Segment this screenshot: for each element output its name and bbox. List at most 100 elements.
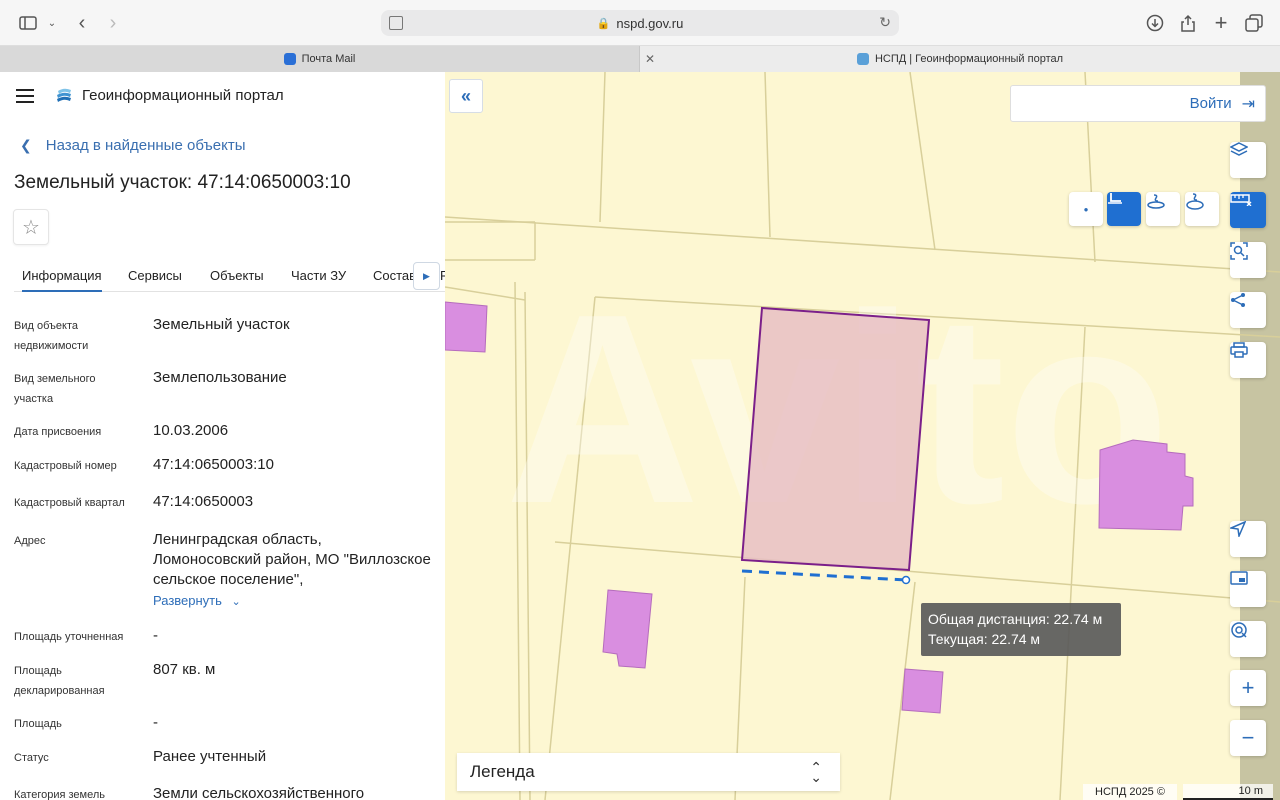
chevron-left-icon: ❮ bbox=[20, 137, 32, 153]
tab-parts[interactable]: Части ЗУ bbox=[291, 268, 346, 283]
legend-dropdown[interactable]: Легенда ⌃ ⌄ bbox=[457, 753, 840, 791]
property-value: 807 кв. м bbox=[153, 661, 216, 678]
cadastral-map: Avito bbox=[445, 72, 1280, 800]
reload-icon[interactable]: ↻ bbox=[879, 14, 891, 31]
property-label: Площадь bbox=[14, 718, 62, 730]
property-label: Статус bbox=[14, 752, 49, 764]
property-label: Категория земель bbox=[14, 789, 105, 800]
sidebar-toggle-icon[interactable] bbox=[16, 12, 40, 34]
measure-point[interactable] bbox=[901, 575, 911, 585]
zoom-in-button[interactable]: + bbox=[1230, 670, 1266, 706]
area-icon bbox=[1147, 194, 1165, 209]
info-tabs: Информация Сервисы Объекты Части ЗУ Сост… bbox=[14, 262, 445, 292]
double-chevron-left-icon: « bbox=[460, 85, 471, 106]
lock-icon: 🔒 bbox=[596, 17, 611, 30]
tab-mail[interactable]: Почта Mail bbox=[0, 46, 640, 72]
property-label: Кадастровый квартал bbox=[14, 497, 125, 509]
share-icon[interactable] bbox=[1176, 12, 1200, 34]
ruler-button[interactable] bbox=[1230, 192, 1266, 228]
print-button[interactable] bbox=[1230, 342, 1266, 378]
property-value: - bbox=[153, 627, 158, 644]
share-map-button[interactable] bbox=[1230, 292, 1266, 328]
zoom-out-button[interactable]: − bbox=[1230, 720, 1266, 756]
target-icon bbox=[1231, 622, 1247, 638]
tab-information[interactable]: Информация bbox=[22, 268, 102, 292]
property-value: 10.03.2006 bbox=[153, 422, 229, 439]
tab-objects[interactable]: Объекты bbox=[210, 268, 264, 283]
chevron-down-icon[interactable]: ⌄ bbox=[40, 12, 64, 34]
share-nodes-icon bbox=[1231, 293, 1245, 307]
property-value: Земли сельскохозяйственного bbox=[153, 785, 365, 800]
geolocation-button[interactable] bbox=[1230, 621, 1266, 657]
legend-label: Легенда bbox=[470, 762, 535, 781]
address-bar[interactable]: 🔒 nspd.gov.ru ↻ bbox=[381, 10, 899, 36]
property-value: 47:14:0650003:10 bbox=[153, 456, 274, 473]
measurement-tooltip: Общая дистанция: 22.74 м Текущая: 22.74 … bbox=[921, 603, 1121, 656]
property-value-address: Ленинградская область, Ломоносовский рай… bbox=[153, 531, 431, 588]
collapse-panel-button[interactable]: « bbox=[449, 79, 483, 113]
locate-button[interactable] bbox=[1230, 521, 1266, 557]
page-title: Земельный участок: 47:14:0650003:10 bbox=[14, 172, 351, 193]
current-distance-text: Текущая: 22.74 м bbox=[928, 631, 1041, 647]
property-label: Вид земельного участка bbox=[14, 373, 96, 405]
tab-overview-icon[interactable] bbox=[1242, 12, 1266, 34]
caret-right-icon: ▶ bbox=[423, 270, 430, 281]
new-tab-icon[interactable]: + bbox=[1209, 10, 1233, 35]
tabs-scroll-right-button[interactable]: ▶ bbox=[413, 262, 440, 290]
measure-line bbox=[741, 569, 907, 582]
measure-circle-area-button[interactable] bbox=[1185, 192, 1219, 226]
property-label: Площадь уточненная bbox=[14, 631, 124, 643]
favorite-button[interactable]: ☆ bbox=[13, 209, 49, 245]
back-icon[interactable]: ‹ bbox=[70, 12, 94, 34]
browser-tabs: Почта Mail НСПД | Геоинформационный порт… bbox=[0, 46, 1280, 72]
printer-icon bbox=[1230, 342, 1248, 358]
forward-icon[interactable]: › bbox=[101, 12, 125, 34]
login-label: Войти bbox=[1189, 95, 1232, 112]
browser-toolbar: ⌄ ‹ › 🔒 nspd.gov.ru ↻ + bbox=[0, 0, 1280, 46]
selected-parcel[interactable] bbox=[740, 306, 931, 572]
portal-logo-icon bbox=[57, 88, 71, 102]
expand-link[interactable]: Развернуть ⌄ bbox=[153, 593, 241, 608]
portal-title: Геоинформационный портал bbox=[82, 87, 284, 104]
download-icon[interactable] bbox=[1143, 12, 1167, 34]
dot-icon: ● bbox=[1083, 204, 1089, 214]
scale-bar: 10 m bbox=[1183, 784, 1273, 800]
layers-button[interactable] bbox=[1230, 142, 1266, 178]
measure-area-button[interactable] bbox=[1146, 192, 1180, 226]
map-view[interactable]: Avito « Войти ⇥ ● bbox=[445, 72, 1280, 800]
nspd-favicon-icon bbox=[856, 53, 869, 65]
star-icon: ☆ bbox=[22, 216, 40, 239]
tab-nspd[interactable]: НСПД | Геоинформационный портал bbox=[640, 46, 1280, 72]
info-panel: Геоинформационный портал ❮ Назад в найде… bbox=[0, 72, 445, 800]
layers-icon bbox=[1230, 142, 1248, 156]
property-label: Вид объекта недвижимости bbox=[14, 320, 89, 352]
ruler-icon bbox=[1230, 194, 1252, 206]
measure-point-button[interactable]: ● bbox=[1069, 192, 1103, 226]
total-distance-text: Общая дистанция: 22.74 м bbox=[928, 611, 1103, 627]
property-label: Площадь декларированная bbox=[14, 665, 105, 697]
measure-distance-button[interactable] bbox=[1107, 192, 1141, 226]
menu-icon[interactable] bbox=[16, 89, 34, 107]
property-value: - bbox=[153, 714, 158, 731]
minimap-icon bbox=[1230, 571, 1248, 585]
login-button[interactable]: Войти ⇥ bbox=[1010, 85, 1266, 122]
plus-icon: + bbox=[1241, 675, 1255, 700]
property-value: Землепользование bbox=[153, 369, 287, 386]
ruler-line-icon bbox=[1108, 193, 1122, 204]
tab-composition[interactable]: Состав bbox=[373, 268, 416, 283]
navigation-arrow-icon bbox=[1230, 521, 1246, 537]
url-text: nspd.gov.ru bbox=[616, 15, 684, 31]
close-icon[interactable]: ✕ bbox=[645, 52, 655, 66]
minus-icon: − bbox=[1241, 725, 1255, 750]
mail-icon bbox=[283, 53, 296, 65]
login-icon: ⇥ bbox=[1241, 95, 1255, 113]
circle-area-icon bbox=[1186, 193, 1204, 210]
property-label: Кадастровый номер bbox=[14, 460, 117, 472]
back-to-results-link[interactable]: ❮ Назад в найденные объекты bbox=[20, 137, 246, 154]
property-label: Дата присвоения bbox=[14, 426, 102, 438]
minimap-button[interactable] bbox=[1230, 571, 1266, 607]
tab-services[interactable]: Сервисы bbox=[128, 268, 182, 283]
chevron-up-down-icon: ⌃ ⌄ bbox=[810, 759, 822, 785]
tab-label: Почта Mail bbox=[301, 53, 356, 65]
search-area-button[interactable] bbox=[1230, 242, 1266, 278]
